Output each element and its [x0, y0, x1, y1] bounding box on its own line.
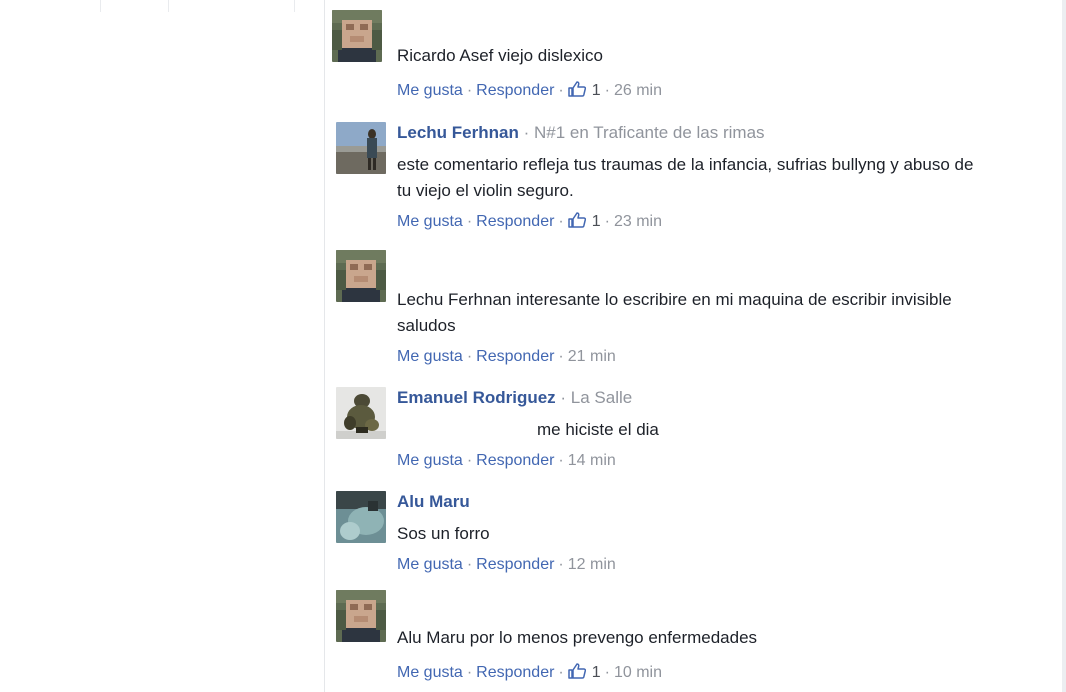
author-line: Emanuel Rodriguez · La Salle	[397, 388, 633, 407]
separator: ·	[558, 348, 564, 365]
comment-actions: Me gusta · Responder · 21 min	[397, 347, 1036, 367]
timestamp[interactable]: 14 min	[568, 452, 616, 469]
author-meta[interactable]: N#1 en Traficante de las rimas	[534, 123, 765, 142]
separator: ·	[466, 348, 473, 365]
thumbs-up-icon	[568, 663, 586, 679]
like-link[interactable]: Me gusta	[397, 452, 463, 469]
author-name[interactable]: Emanuel Rodriguez	[397, 388, 556, 407]
comment-text: me hiciste el dia	[537, 420, 659, 439]
comment-actions: Me gusta · Responder · 1 · 23 min	[397, 212, 1036, 232]
person-photo-avatar[interactable]	[336, 122, 386, 174]
separator: ·	[558, 452, 564, 469]
timestamp[interactable]: 21 min	[568, 348, 616, 365]
like-link[interactable]: Me gusta	[397, 348, 463, 365]
comment-text: este comentario refleja tus traumas de l…	[397, 155, 974, 200]
figurine-photo-avatar[interactable]	[336, 387, 386, 439]
comment-text: Ricardo Asef viejo dislexico	[397, 46, 603, 65]
timestamp[interactable]: 23 min	[614, 213, 662, 230]
pixelated-avatar[interactable]	[336, 590, 386, 642]
reply-link[interactable]: Responder	[476, 664, 554, 681]
pixelated-avatar[interactable]	[336, 250, 386, 302]
author-line: Alu Maru	[397, 491, 1036, 513]
timestamp[interactable]: 10 min	[614, 664, 662, 681]
like-count[interactable]: 1	[568, 212, 601, 230]
teal-photo-avatar[interactable]	[336, 491, 386, 543]
top-divider-2	[168, 0, 169, 12]
comment-text: Lechu Ferhnan interesante lo escribire e…	[397, 290, 952, 335]
like-count[interactable]: 1	[568, 663, 601, 681]
comment-text: Alu Maru por lo menos prevengo enfermeda…	[397, 628, 758, 647]
timestamp[interactable]: 26 min	[614, 82, 662, 99]
top-divider-3	[294, 0, 295, 12]
separator: ·	[558, 213, 564, 230]
column-divider	[324, 0, 325, 692]
separator: ·	[558, 82, 564, 99]
separator: ·	[558, 556, 564, 573]
separator: ·	[466, 213, 473, 230]
author-name[interactable]: Lechu Ferhnan	[397, 123, 519, 142]
like-count-number: 1	[591, 664, 601, 681]
thumbs-up-icon	[568, 81, 586, 97]
separator: ·	[604, 82, 610, 99]
reply-link[interactable]: Responder	[476, 556, 554, 573]
author-name[interactable]: Alu Maru	[397, 492, 470, 511]
scrollbar-track[interactable]	[1062, 0, 1066, 692]
top-divider-1	[100, 0, 101, 12]
comment-actions: Me gusta · Responder · 12 min	[397, 555, 1036, 575]
reply-link[interactable]: Responder	[476, 348, 554, 365]
separator: ·	[604, 213, 610, 230]
pixelated-avatar[interactable]	[332, 10, 382, 62]
like-link[interactable]: Me gusta	[397, 213, 463, 230]
like-link[interactable]: Me gusta	[397, 82, 463, 99]
like-link[interactable]: Me gusta	[397, 556, 463, 573]
author-line: Lechu Ferhnan · N#1 en Traficante de las…	[397, 123, 765, 142]
like-count-number: 1	[591, 213, 601, 230]
like-count[interactable]: 1	[568, 81, 601, 99]
like-link[interactable]: Me gusta	[397, 664, 463, 681]
reply-link[interactable]: Responder	[476, 452, 554, 469]
separator: ·	[466, 664, 473, 681]
comment-actions: Me gusta · Responder · 1 · 26 min	[397, 81, 1032, 101]
reply-link[interactable]: Responder	[476, 82, 554, 99]
reply-link[interactable]: Responder	[476, 213, 554, 230]
separator: ·	[466, 556, 473, 573]
thumbs-up-icon	[568, 212, 586, 228]
comment-actions: Me gusta · Responder · 1 · 10 min	[397, 663, 1036, 683]
separator: ·	[466, 452, 473, 469]
separator: ·	[604, 664, 610, 681]
separator: ·	[466, 82, 473, 99]
comment-actions: Me gusta · Responder · 14 min	[397, 451, 1036, 471]
like-count-number: 1	[591, 82, 601, 99]
separator: ·	[558, 664, 564, 681]
timestamp[interactable]: 12 min	[568, 556, 616, 573]
author-meta[interactable]: La Salle	[571, 388, 632, 407]
comment-text: Sos un forro	[397, 524, 490, 543]
